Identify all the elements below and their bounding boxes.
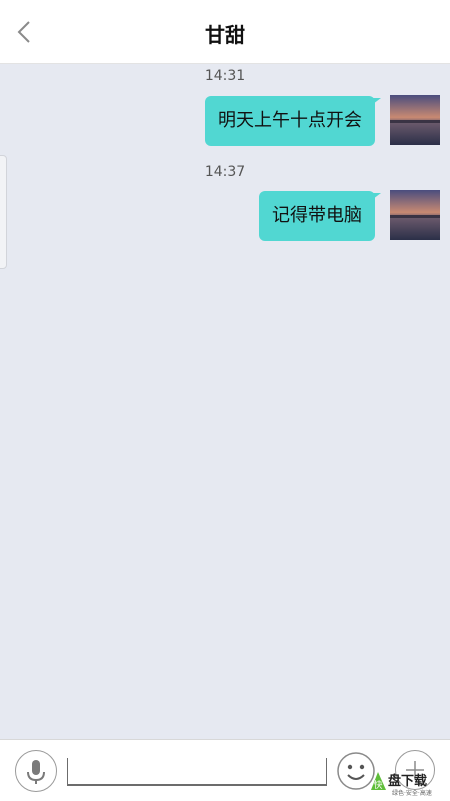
message-timestamp: 14:37	[204, 164, 246, 180]
message-timestamp: 14:31	[204, 68, 246, 84]
message-input[interactable]	[67, 758, 327, 786]
watermark-tagline: 绿色·安全·高速	[392, 790, 432, 797]
watermark-logo-char: 快	[373, 779, 382, 791]
message-bubble[interactable]: 明天上午十点开会	[205, 96, 381, 146]
watermark-logo: 快 盘下载 绿色·安全·高速	[368, 770, 448, 798]
avatar[interactable]	[390, 190, 440, 240]
message-bubble[interactable]: 记得带电脑	[259, 191, 381, 241]
watermark-name: 盘下载	[388, 774, 428, 789]
voice-button[interactable]	[15, 750, 57, 792]
header-bar: 甘甜	[0, 0, 450, 64]
side-drawer-handle[interactable]	[0, 155, 7, 269]
avatar[interactable]	[390, 95, 440, 145]
page-title: 甘甜	[205, 23, 245, 47]
chat-area[interactable]: 14:31 明天上午十点开会 14:37 记得带电脑	[0, 64, 450, 739]
